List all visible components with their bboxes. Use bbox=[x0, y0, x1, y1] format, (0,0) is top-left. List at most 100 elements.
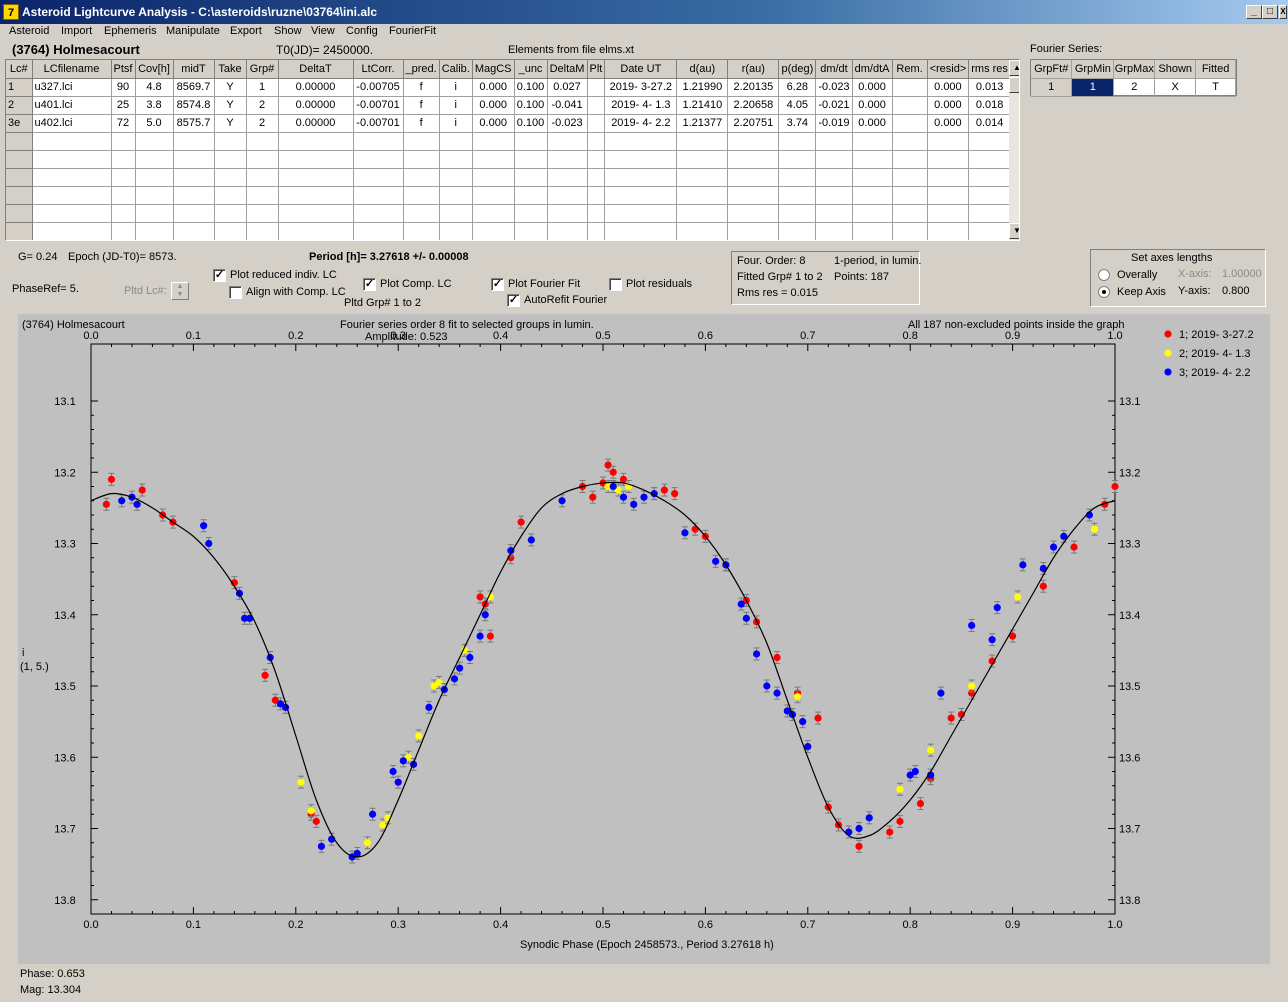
column-header[interactable]: Date UT bbox=[604, 60, 678, 79]
table-cell[interactable]: 6.28 bbox=[778, 78, 817, 97]
table-cell[interactable] bbox=[6, 222, 33, 240]
table-cell[interactable]: i bbox=[439, 78, 473, 97]
empty-table-row[interactable] bbox=[6, 204, 1011, 223]
data-point[interactable] bbox=[466, 653, 474, 662]
data-point[interactable] bbox=[660, 486, 669, 494]
table-cell[interactable] bbox=[6, 204, 33, 223]
data-point[interactable] bbox=[558, 497, 566, 505]
table-cell[interactable] bbox=[514, 132, 548, 151]
data-point[interactable] bbox=[855, 824, 863, 833]
data-point[interactable] bbox=[681, 529, 689, 537]
table-cell[interactable]: 2 bbox=[246, 114, 279, 133]
table-cell[interactable]: 1.21990 bbox=[676, 78, 729, 97]
data-point[interactable] bbox=[481, 611, 489, 619]
data-point[interactable] bbox=[845, 828, 853, 836]
fourier-cell-shown[interactable]: X bbox=[1154, 78, 1197, 97]
table-cell[interactable] bbox=[676, 186, 729, 205]
table-cell[interactable] bbox=[6, 168, 33, 187]
table-cell[interactable] bbox=[927, 186, 970, 205]
column-header[interactable]: Lc# bbox=[6, 60, 33, 79]
overall-radio[interactable] bbox=[1098, 269, 1110, 281]
scroll-up-button[interactable]: ▲ bbox=[1009, 60, 1019, 76]
table-cell[interactable] bbox=[6, 132, 33, 151]
empty-table-row[interactable] bbox=[6, 150, 1011, 169]
table-cell[interactable]: 2.20751 bbox=[727, 114, 780, 133]
plot-reduced-checkbox[interactable]: ✓ bbox=[213, 269, 226, 282]
data-point[interactable] bbox=[737, 600, 745, 608]
table-cell[interactable] bbox=[815, 204, 853, 223]
table-cell[interactable] bbox=[278, 222, 354, 240]
table-cell[interactable] bbox=[604, 222, 678, 240]
menu-import[interactable]: Import bbox=[61, 25, 92, 37]
menu-ephemeris[interactable]: Ephemeris bbox=[104, 25, 157, 37]
column-header[interactable]: Ptsf bbox=[111, 60, 136, 79]
data-point[interactable] bbox=[107, 475, 116, 483]
table-cell[interactable] bbox=[852, 222, 893, 240]
data-point[interactable] bbox=[517, 518, 525, 526]
data-point[interactable] bbox=[927, 746, 935, 754]
column-header[interactable]: Take bbox=[214, 60, 247, 79]
table-cell[interactable] bbox=[727, 204, 780, 223]
table-cell[interactable] bbox=[472, 132, 515, 151]
table-cell[interactable]: 0.000 bbox=[927, 78, 970, 97]
table-cell[interactable] bbox=[892, 222, 928, 240]
table-cell[interactable] bbox=[472, 150, 515, 169]
column-header[interactable]: Rem. bbox=[892, 60, 928, 79]
table-cell[interactable] bbox=[676, 168, 729, 187]
data-point[interactable] bbox=[896, 785, 904, 793]
column-header[interactable]: Grp# bbox=[246, 60, 279, 79]
table-cell[interactable]: 0.00000 bbox=[278, 96, 354, 115]
table-cell[interactable] bbox=[278, 204, 354, 223]
table-cell[interactable]: 1.21410 bbox=[676, 96, 729, 115]
data-point[interactable] bbox=[589, 493, 597, 501]
table-cell[interactable]: -0.00705 bbox=[353, 78, 404, 97]
table-cell[interactable]: f bbox=[403, 78, 440, 97]
data-point[interactable] bbox=[968, 682, 976, 690]
data-point[interactable] bbox=[317, 842, 325, 850]
table-cell[interactable] bbox=[852, 186, 893, 205]
table-cell[interactable] bbox=[892, 132, 928, 151]
table-cell[interactable]: 3e bbox=[6, 114, 33, 133]
table-cell[interactable] bbox=[32, 222, 112, 240]
table-cell[interactable] bbox=[246, 150, 279, 169]
plot-fourier-checkbox[interactable]: ✓ bbox=[491, 278, 504, 291]
table-cell[interactable] bbox=[111, 222, 136, 240]
data-point[interactable] bbox=[947, 714, 955, 722]
data-point[interactable] bbox=[619, 475, 628, 483]
data-point[interactable] bbox=[1039, 582, 1047, 590]
table-cell[interactable] bbox=[547, 222, 588, 240]
scroll-down-button[interactable]: ▼ bbox=[1009, 223, 1019, 239]
table-cell[interactable]: 0.000 bbox=[852, 96, 893, 115]
data-point[interactable] bbox=[609, 482, 617, 491]
table-cell[interactable] bbox=[892, 78, 928, 97]
table-cell[interactable] bbox=[214, 186, 247, 205]
table-cell[interactable] bbox=[587, 204, 606, 223]
table-cell[interactable] bbox=[852, 150, 893, 169]
minimize-button[interactable]: _ bbox=[1246, 5, 1262, 19]
table-cell[interactable]: Y bbox=[214, 78, 247, 97]
fourier-cell-fitted[interactable]: T bbox=[1195, 78, 1236, 97]
data-point[interactable] bbox=[609, 468, 617, 476]
table-row[interactable]: 3e u402.lci 72 5.0 8575.7 Y 2 0.00000 -0.00701 f i… bbox=[6, 114, 1011, 133]
data-point[interactable] bbox=[205, 539, 213, 548]
table-cell[interactable] bbox=[173, 186, 215, 205]
table-cell[interactable]: 0.000 bbox=[852, 114, 893, 133]
data-point[interactable] bbox=[855, 842, 863, 850]
table-cell[interactable] bbox=[173, 204, 215, 223]
fourier-cell-grpft[interactable]: 1 bbox=[1031, 78, 1073, 97]
table-cell[interactable]: 0.000 bbox=[472, 96, 515, 115]
table-cell[interactable]: -0.023 bbox=[547, 114, 588, 133]
table-cell[interactable] bbox=[111, 132, 136, 151]
table-cell[interactable] bbox=[439, 150, 473, 169]
data-point[interactable] bbox=[379, 821, 387, 829]
data-point[interactable] bbox=[1019, 561, 1027, 569]
column-header[interactable]: DeltaM bbox=[547, 60, 588, 79]
table-cell[interactable]: i bbox=[439, 114, 473, 133]
autorefit-checkbox[interactable]: ✓ bbox=[507, 294, 520, 307]
table-cell[interactable] bbox=[135, 186, 174, 205]
table-cell[interactable]: 0.014 bbox=[968, 114, 1011, 133]
table-cell[interactable] bbox=[135, 132, 174, 151]
table-cell[interactable] bbox=[815, 150, 853, 169]
table-cell[interactable] bbox=[173, 150, 215, 169]
table-cell[interactable]: f bbox=[403, 114, 440, 133]
